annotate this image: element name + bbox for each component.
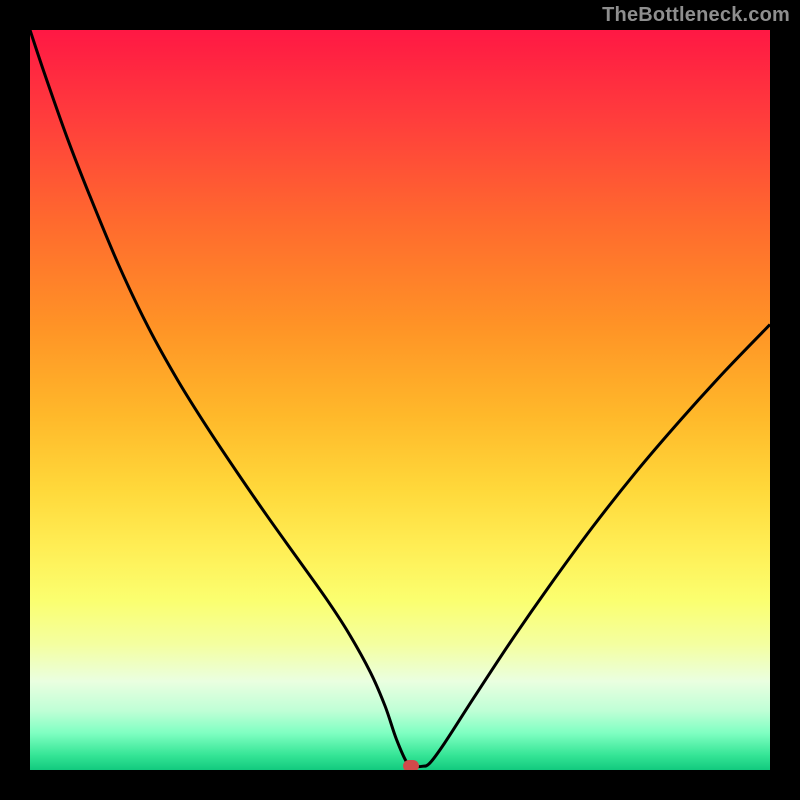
optimal-point-marker <box>403 760 419 770</box>
plot-area <box>30 30 770 770</box>
bottleneck-curve <box>30 30 770 770</box>
watermark-text: TheBottleneck.com <box>602 4 790 27</box>
stage: TheBottleneck.com <box>0 0 800 800</box>
